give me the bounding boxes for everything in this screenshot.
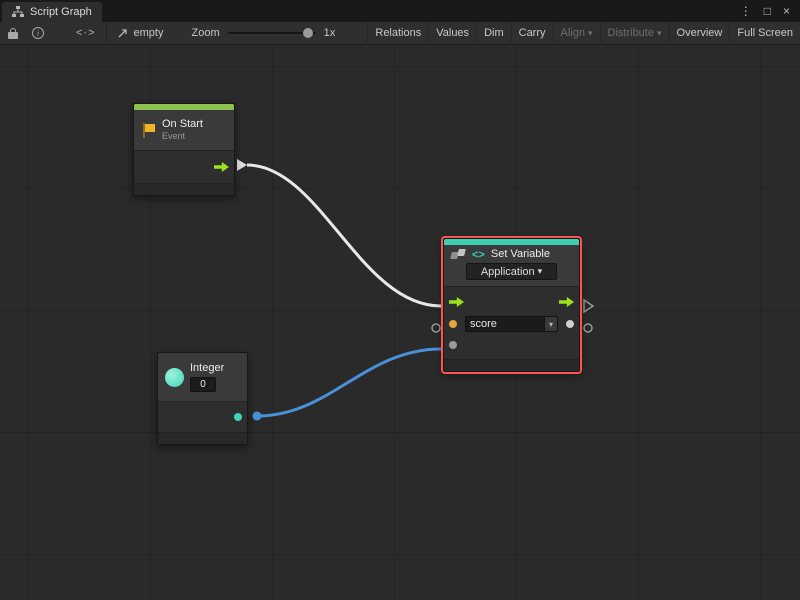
overview-button[interactable]: Overview [669, 22, 730, 45]
full-screen-button[interactable]: Full Screen [729, 22, 800, 45]
node-set-variable[interactable]: Set Variable Application score [443, 238, 580, 372]
graph-icon [12, 6, 24, 18]
flow-connection-wire[interactable] [247, 165, 441, 306]
variable-name-dropdown-icon[interactable] [544, 317, 557, 331]
node-footer [158, 432, 247, 444]
relations-button[interactable]: Relations [367, 22, 428, 45]
set-variable-name-input-circle[interactable] [432, 324, 440, 332]
node-subtitle: Event [162, 131, 203, 142]
maximize-icon[interactable]: □ [764, 4, 771, 18]
code-brackets-icon [472, 249, 485, 261]
node-title: On Start [162, 118, 203, 131]
trigger-output-port[interactable] [214, 162, 229, 172]
flow-input-port[interactable] [449, 297, 464, 307]
integer-output-port[interactable] [234, 413, 242, 421]
zoom-slider-knob[interactable] [303, 28, 313, 38]
node-title: Set Variable [491, 248, 550, 261]
info-icon[interactable] [32, 27, 44, 39]
value-wire-start-dot[interactable] [253, 412, 262, 421]
node-footer [134, 183, 234, 195]
tab-script-graph[interactable]: Script Graph [2, 2, 102, 22]
zoom-label: Zoom [191, 27, 219, 39]
toolbar-separator [106, 22, 107, 45]
on-start-output-triangle[interactable] [237, 159, 247, 171]
graph-label: empty [134, 27, 164, 39]
dim-button[interactable]: Dim [476, 22, 511, 45]
integer-value-field[interactable]: 0 [190, 377, 216, 392]
align-dropdown-button[interactable]: Align [553, 22, 600, 45]
node-footer [444, 359, 579, 371]
node-on-start[interactable]: On Start Event [133, 103, 235, 196]
script-graph-window: Script Graph ⋮ □ × empty Zoom 1x [0, 0, 800, 600]
flag-icon [141, 122, 156, 139]
flow-output-port[interactable] [559, 297, 574, 307]
window-menu-icon[interactable]: ⋮ [740, 4, 752, 18]
value-connection-wire[interactable] [257, 349, 441, 416]
value-input-port[interactable] [449, 341, 457, 349]
variable-scope-dropdown[interactable]: Application [466, 263, 557, 280]
graph-breadcrumb[interactable]: empty [117, 27, 164, 39]
titlebar: Script Graph ⋮ □ × [0, 0, 800, 22]
graph-canvas[interactable]: On Start Event Set Variable Applica [0, 45, 800, 600]
set-variable-output-circle[interactable] [584, 324, 592, 332]
values-button[interactable]: Values [428, 22, 476, 45]
zoom-slider[interactable] [228, 32, 316, 34]
integer-value: 0 [200, 379, 206, 390]
tab-title: Script Graph [30, 6, 92, 18]
pointer-icon [117, 27, 129, 39]
result-output-port[interactable] [566, 320, 574, 328]
variables-icon [451, 249, 466, 260]
node-integer[interactable]: Integer 0 [157, 352, 248, 445]
toolbar: empty Zoom 1x Relations Values Dim Carry… [0, 22, 800, 45]
variable-name-field[interactable]: score [465, 316, 558, 332]
set-variable-exit-triangle[interactable] [584, 300, 593, 312]
variable-name-value: score [466, 318, 544, 330]
carry-button[interactable]: Carry [511, 22, 553, 45]
integer-icon [165, 368, 184, 387]
variable-scope-value: Application [481, 266, 535, 278]
zoom-value: 1x [324, 27, 336, 39]
node-title: Integer [190, 362, 224, 375]
name-input-port[interactable] [449, 320, 457, 328]
code-icon[interactable] [76, 27, 96, 39]
wires-layer [0, 45, 800, 600]
lock-icon[interactable] [8, 32, 18, 39]
distribute-dropdown-button[interactable]: Distribute [600, 22, 669, 45]
close-icon[interactable]: × [783, 4, 790, 18]
